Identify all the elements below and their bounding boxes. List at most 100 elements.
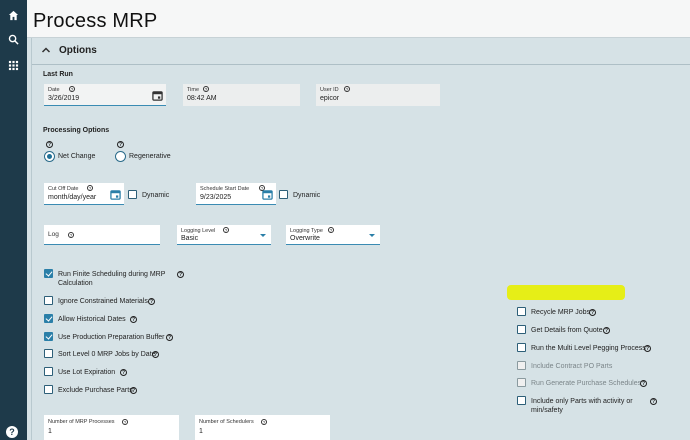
help-icon[interactable]: ? [328,227,334,233]
ignore-constrained-label: Ignore Constrained Materials [58,298,148,305]
schedule-start-date-value: 9/23/2025 [200,194,232,201]
logging-level-label: Logging Level [181,228,216,234]
help-icon[interactable]: ? [46,141,53,148]
log-field[interactable]: Log ? [44,225,160,245]
help-icon[interactable]: ? [69,86,75,92]
highlight-marker [507,285,625,300]
chevron-up-icon [41,47,51,53]
num-schedulers-field[interactable]: Number of Schedulers ? 1 [195,415,330,440]
logging-level-value: Basic [181,235,199,242]
help-icon[interactable]: ? [148,298,155,305]
chevron-down-icon [260,234,266,237]
lot-expiration-label: Use Lot Expiration [58,369,116,376]
time-field-value: 08:42 AM [187,95,217,102]
help-icon[interactable]: ? [640,380,647,387]
calendar-icon[interactable] [262,189,273,200]
num-mrp-processes-field[interactable]: Number of MRP Processes ? 1 [44,415,179,440]
help-icon[interactable]: ? [344,86,350,92]
user-id-field: User ID ? epicor [316,84,440,106]
finite-scheduling-checkbox[interactable] [44,269,53,278]
help-icon[interactable]: ? [650,398,657,405]
allow-historical-checkbox[interactable] [44,314,53,323]
multi-level-pegging-label: Run the Multi Level Pegging Process [531,345,646,352]
exclude-purchase-checkbox[interactable] [44,385,53,394]
parts-activity-label: Include only Parts with activity or [531,398,633,405]
help-icon[interactable]: ? [603,327,610,334]
last-run-label: Last Run [43,71,73,78]
logging-type-select[interactable]: Logging Type ? Overwrite [286,225,380,245]
help-icon[interactable]: ? [120,369,127,376]
num-schedulers-value: 1 [199,428,203,435]
help-icon[interactable]: ? [122,419,128,425]
multi-level-pegging-checkbox[interactable] [517,343,526,352]
help-icon[interactable]: ? [87,185,93,191]
include-contract-po-label: Include Contract PO Parts [531,363,613,370]
cut-off-dynamic-label: Dynamic [142,192,170,199]
log-label: Log [48,231,59,238]
help-icon[interactable]: ? [130,316,137,323]
cut-off-date-placeholder: month/day/year [48,194,97,201]
date-field[interactable]: Date ? 3/26/2019 [44,84,166,106]
recycle-mrp-jobs-checkbox[interactable] [517,307,526,316]
finite-scheduling-label: Run Finite Scheduling during MRP [58,271,166,278]
page-header: Process MRP [27,0,690,38]
allow-historical-label: Allow Historical Dates [58,316,126,323]
nav-rail: ? [0,0,27,440]
help-icon[interactable]: ? [177,271,184,278]
date-field-label: Date [48,87,60,93]
page-title: Process MRP [33,10,158,32]
production-buffer-checkbox[interactable] [44,332,53,341]
cut-off-dynamic-checkbox[interactable] [128,190,137,199]
schedule-start-date-label: Schedule Start Date [200,186,250,192]
calendar-icon[interactable] [110,189,121,200]
num-mrp-processes-label: Number of MRP Processes [48,419,115,425]
help-icon[interactable]: ? [644,345,651,352]
help-icon[interactable]: ? [152,351,159,358]
regenerative-radio[interactable] [115,151,126,162]
net-change-label: Net Change [58,153,96,160]
help-icon[interactable]: ? [203,86,209,92]
sort-level-checkbox[interactable] [44,349,53,358]
generate-purchase-schedules-label: Run Generate Purchase Schedules [531,380,642,387]
search-icon[interactable] [0,28,27,50]
options-panel: Options Last Run Date ? 3/26/2019 Time ?… [31,38,690,440]
parts-activity-checkbox[interactable] [517,396,526,405]
help-icon[interactable]: ? [261,419,267,425]
regenerative-label: Regenerative [129,153,171,160]
help-icon[interactable]: ? [589,309,596,316]
options-section-label: Options [59,45,97,56]
finite-scheduling-label-2: Calculation [58,280,93,287]
time-field: Time ? 08:42 AM [183,84,300,106]
calendar-icon[interactable] [152,90,163,101]
recycle-mrp-jobs-label: Recycle MRP Jobs [531,309,591,316]
logging-level-select[interactable]: Logging Level ? Basic [177,225,271,245]
cut-off-date-label: Cut Off Date [48,186,79,192]
home-icon[interactable] [0,4,27,26]
user-id-field-value: epicor [320,95,340,102]
help-icon[interactable]: ? [223,227,229,233]
date-field-value: 3/26/2019 [48,95,80,102]
help-icon[interactable]: ? [6,426,18,438]
exclude-purchase-label: Exclude Purchase Parts [58,387,133,394]
help-icon[interactable]: ? [130,387,137,394]
schedule-dynamic-checkbox[interactable] [279,190,288,199]
get-details-quote-checkbox[interactable] [517,325,526,334]
logging-type-label: Logging Type [290,228,323,234]
generate-purchase-schedules-checkbox [517,378,526,387]
num-mrp-processes-value: 1 [48,428,52,435]
options-section-header[interactable]: Options [32,38,690,65]
help-icon[interactable]: ? [117,141,124,148]
time-field-label: Time [187,87,200,93]
help-icon[interactable]: ? [166,334,173,341]
net-change-radio[interactable] [44,151,55,162]
lot-expiration-checkbox[interactable] [44,367,53,376]
production-buffer-label: Use Production Preparation Buffer [58,334,165,341]
help-icon[interactable]: ? [68,232,74,238]
num-schedulers-label: Number of Schedulers [199,419,254,425]
get-details-quote-label: Get Details from Quote [531,327,603,334]
sort-level-label: Sort Level 0 MRP Jobs by Date [58,351,156,358]
chevron-down-icon [369,234,375,237]
schedule-dynamic-label: Dynamic [293,192,321,199]
ignore-constrained-checkbox[interactable] [44,296,53,305]
grid-icon[interactable] [0,54,27,76]
